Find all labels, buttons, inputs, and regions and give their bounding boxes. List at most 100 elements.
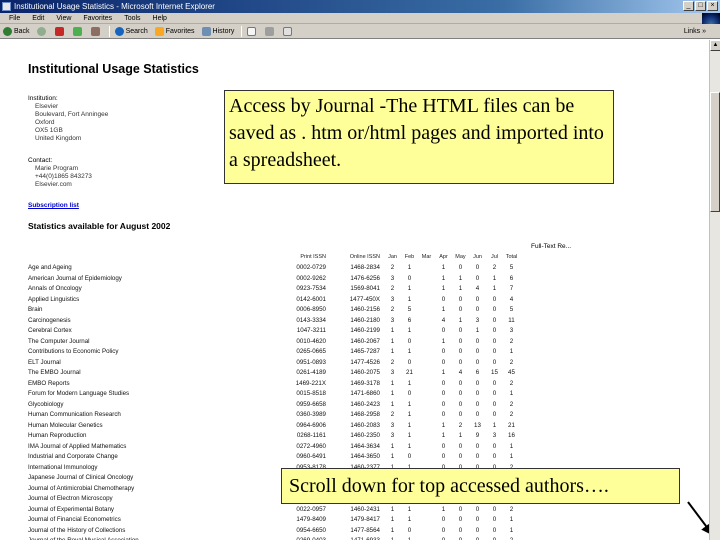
menu-file[interactable]: File	[3, 13, 26, 23]
journal-name-link[interactable]: Glycobiology	[28, 399, 280, 410]
journal-name-link[interactable]: Industrial and Corporate Change	[28, 452, 280, 463]
journal-name-link[interactable]: Human Communication Research	[28, 410, 280, 421]
edit-button[interactable]	[283, 26, 294, 36]
journal-name-link[interactable]: The Computer Journal	[28, 336, 280, 347]
journal-name-link[interactable]: Cerebral Cortex	[28, 326, 280, 337]
table-cell: 0	[458, 295, 463, 303]
subscription-list-link[interactable]: Subscription list	[28, 202, 79, 209]
table-cell: 0	[458, 264, 463, 272]
table-cell: 3	[390, 432, 395, 440]
table-cell: 1	[441, 285, 446, 293]
table-cell: 2	[503, 536, 520, 540]
back-button[interactable]: Back	[3, 24, 30, 39]
table-cell: 0	[407, 358, 412, 366]
journal-name-link[interactable]: Journal of Antimicrobial Chemotherapy	[28, 483, 280, 494]
column-header: Print ISSN	[300, 254, 326, 261]
table-cell: 1460-2083	[350, 421, 380, 429]
home-button[interactable]	[90, 26, 102, 36]
history-icon	[201, 26, 211, 36]
table-cell: 1477-4526	[350, 358, 380, 366]
table-cell: 0	[475, 264, 480, 272]
close-button[interactable]: ×	[707, 1, 718, 11]
journal-name-link[interactable]: ELT Journal	[28, 357, 280, 368]
journal-name-link[interactable]: EMBO Reports	[28, 378, 280, 389]
journal-name-link[interactable]: Age and Ageing	[28, 263, 280, 274]
column-header: Online ISSN	[349, 254, 380, 261]
table-cell: 2	[390, 264, 395, 272]
print-button[interactable]	[265, 26, 276, 36]
table-cell: 6	[407, 316, 412, 324]
table-cell: 5	[407, 306, 412, 314]
stop-button[interactable]	[54, 26, 66, 36]
table-cell: 0	[492, 526, 497, 534]
table-cell: 0	[407, 453, 412, 461]
journal-name-link[interactable]: Human Reproduction	[28, 431, 280, 442]
table-cell: 0	[492, 358, 497, 366]
table-cell: 1	[407, 379, 412, 387]
menu-edit[interactable]: Edit	[26, 13, 50, 23]
menu-view[interactable]: View	[50, 13, 77, 23]
menu-tools[interactable]: Tools	[118, 13, 146, 23]
table-cell: 1	[407, 411, 412, 419]
journal-name-link[interactable]: Brain	[28, 305, 280, 316]
refresh-button[interactable]	[72, 26, 84, 36]
table-cell	[418, 452, 435, 463]
journal-name-link[interactable]: International Immunology	[28, 462, 280, 473]
table-cell: 1460-2075	[350, 369, 380, 377]
history-button[interactable]: History	[201, 24, 234, 39]
minimize-button[interactable]: _	[683, 1, 694, 11]
forward-button[interactable]	[36, 26, 48, 36]
table-cell: 0	[441, 295, 446, 303]
table-row: Cerebral Cortex 1047-3211 1460-2199 1 1 0 0 1 0 3	[28, 326, 520, 337]
journal-name-link[interactable]: Journal of Electron Microscopy	[28, 494, 280, 505]
scroll-up-arrow[interactable]: ▲	[710, 40, 720, 51]
maximize-button[interactable]: □	[695, 1, 706, 11]
journal-name-link[interactable]: Journal of Experimental Botany	[28, 504, 280, 515]
menu-help[interactable]: Help	[147, 13, 173, 23]
table-cell: 0	[475, 379, 480, 387]
table-cell: 0015-8518	[296, 390, 326, 398]
toolbar-separator	[241, 25, 243, 37]
table-cell: 2	[509, 379, 514, 387]
search-icon	[114, 26, 124, 36]
journal-name-link[interactable]: Japanese Journal of Clinical Oncology	[28, 473, 280, 484]
table-cell: 1	[407, 516, 412, 524]
scroll-thumb[interactable]	[710, 92, 720, 212]
journal-name-link[interactable]: Carcinogenesis	[28, 315, 280, 326]
journal-name-link[interactable]: Journal of the Royal Musical Association	[28, 536, 280, 540]
table-cell: 0272-4960	[296, 442, 326, 450]
table-cell	[418, 294, 435, 305]
journal-name-link[interactable]: Contributions to Economic Policy	[28, 347, 280, 358]
table-cell: 2	[390, 358, 395, 366]
journal-name-link[interactable]: Journal of Financial Econometrics	[28, 515, 280, 526]
menu-favorites[interactable]: Favorites	[77, 13, 118, 23]
window-title-bar[interactable]: Institutional Usage Statistics - Microso…	[0, 0, 720, 13]
table-row: Forum for Modern Language Studies 0015-85…	[28, 389, 520, 400]
journal-name-link[interactable]: Journal of the History of Collections	[28, 525, 280, 536]
table-cell: 0360-3989	[296, 411, 326, 419]
table-cell: 3	[390, 274, 395, 282]
journal-name-link[interactable]: Annals of Oncology	[28, 284, 280, 295]
table-cell: 1	[390, 327, 395, 335]
vertical-scrollbar[interactable]: ▲	[709, 40, 720, 540]
column-header: Mar	[421, 254, 432, 261]
journal-name-link[interactable]: IMA Journal of Applied Mathematics	[28, 441, 280, 452]
table-cell	[418, 368, 435, 379]
links-toolbar-toggle[interactable]: Links »	[684, 24, 706, 39]
table-cell	[418, 305, 435, 316]
table-cell: 0022-0957	[296, 505, 326, 513]
search-button[interactable]: Search	[114, 24, 148, 39]
table-cell: 1	[441, 369, 446, 377]
journal-name-link[interactable]: The EMBO Journal	[28, 368, 280, 379]
journal-name-link[interactable]: Applied Linguistics	[28, 294, 280, 305]
journal-name-link[interactable]: Forum for Modern Language Studies	[28, 389, 280, 400]
table-cell: 0	[458, 400, 463, 408]
table-cell: 4	[509, 295, 514, 303]
institution-line: United Kingdom	[35, 135, 82, 142]
table-cell: 0	[407, 274, 412, 282]
table-cell: 1047-3211	[296, 327, 326, 335]
favorites-button[interactable]: Favorites	[154, 24, 195, 39]
mail-button[interactable]	[247, 26, 258, 36]
journal-name-link[interactable]: Human Molecular Genetics	[28, 420, 280, 431]
journal-name-link[interactable]: American Journal of Epidemiology	[28, 273, 280, 284]
